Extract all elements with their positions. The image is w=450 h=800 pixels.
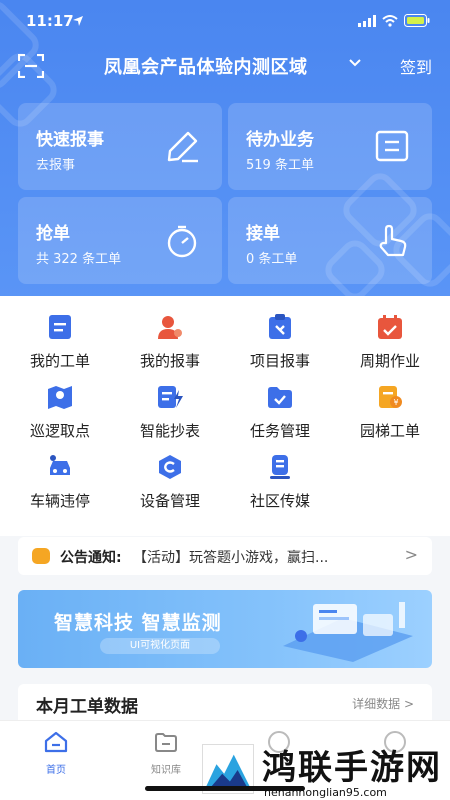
- grid-item-label: 周期作业: [359, 352, 420, 370]
- notice-bar[interactable]: 公告通知: 【活动】玩答题小游戏，赢扫... >: [18, 537, 432, 575]
- device-icon: [159, 455, 181, 479]
- tab-home[interactable]: 首页: [16, 731, 96, 776]
- area-title[interactable]: 凤凰会产品体验内测区域: [104, 53, 308, 79]
- card-accept-order[interactable]: 接单 0 条工单: [228, 197, 432, 284]
- grid-item-label: 设备管理: [139, 492, 200, 510]
- wifi-icon: [382, 14, 398, 27]
- user-icon: [158, 316, 182, 339]
- card-subtitle: 0 条工单: [246, 252, 298, 267]
- header: 11:17 凤凰会产品体验内测区域 签到 快速报事 去报事 待办业务 519 条…: [0, 0, 450, 300]
- watermark: 鸿联手游网 henanhonglian95.com: [200, 740, 450, 800]
- megaphone-icon: [32, 548, 50, 564]
- detail-data-link[interactable]: 详细数据 >: [352, 695, 414, 712]
- status-bar: 11:17: [0, 0, 450, 40]
- coin-doc-icon: ¥: [379, 386, 402, 408]
- card-subtitle: 共 322 条工单: [36, 252, 122, 267]
- grid-item-label: 智能抄表: [139, 422, 200, 440]
- document-icon: [49, 315, 71, 339]
- grid-item-label: 园梯工单: [359, 422, 420, 440]
- svg-text:¥: ¥: [394, 398, 399, 407]
- car-icon: [50, 455, 70, 475]
- grid-item-label: 巡逻取点: [29, 422, 90, 440]
- grid-item-periodic-work[interactable]: 周期作业: [334, 310, 446, 370]
- promo-banner[interactable]: 智慧科技 智慧监测 UI可视化页面: [18, 590, 432, 668]
- grid-item-my-orders[interactable]: 我的工单: [4, 310, 116, 370]
- chevron-right-icon: >: [404, 545, 418, 564]
- card-title: 接单: [246, 224, 280, 244]
- signal-icon: [358, 14, 376, 27]
- card-quick-report[interactable]: 快速报事 去报事: [18, 103, 222, 190]
- grid-item-device-management[interactable]: 设备管理: [114, 450, 226, 510]
- grid-item-project-reports[interactable]: 项目报事: [224, 310, 336, 370]
- grid-item-patrol[interactable]: 巡逻取点: [4, 380, 116, 440]
- card-pending[interactable]: 待办业务 519 条工单: [228, 103, 432, 190]
- signin-button[interactable]: 签到: [400, 54, 432, 78]
- grid-item-label: 项目报事: [249, 352, 310, 370]
- tab-label: 首页: [46, 765, 66, 776]
- notice-heading: 公告通知:: [60, 550, 122, 566]
- card-title: 快速报事: [36, 130, 104, 150]
- clipboard-icon: [269, 314, 291, 339]
- tab-label: 知识库: [151, 765, 181, 776]
- grid-item-label: 车辆违停: [29, 492, 90, 510]
- card-subtitle: 去报事: [36, 158, 76, 173]
- folder-check-icon: [268, 387, 292, 408]
- map-pin-icon: [48, 386, 72, 409]
- grid-item-meter-reading[interactable]: 智能抄表: [114, 380, 226, 440]
- banner-title: 智慧科技 智慧监测: [54, 612, 222, 634]
- pencil-icon: [167, 131, 198, 163]
- top-bar: 凤凰会产品体验内测区域 签到: [0, 48, 450, 84]
- banner-subtitle: UI可视化页面: [100, 638, 220, 654]
- hand-pointer-icon: [379, 224, 407, 257]
- status-time: 11:17: [26, 12, 74, 30]
- grid-item-garden-orders[interactable]: ¥ 园梯工单: [334, 380, 446, 440]
- document-icon: [375, 130, 409, 162]
- tab-knowledge[interactable]: 知识库: [126, 731, 206, 776]
- card-title: 抢单: [36, 224, 70, 244]
- grid-item-label: 我的报事: [139, 352, 200, 370]
- grid-item-label: 社区传媒: [249, 492, 310, 510]
- scan-icon[interactable]: [18, 54, 44, 78]
- home-indicator: [145, 786, 305, 791]
- dashboard-illustration-icon: [283, 602, 413, 662]
- grid-item-task-management[interactable]: 任务管理: [224, 380, 336, 440]
- chevron-down-icon[interactable]: [348, 58, 362, 68]
- meter-icon: [158, 386, 183, 408]
- battery-icon: [404, 14, 430, 27]
- grid-item-label: 我的工单: [29, 352, 90, 370]
- card-title: 待办业务: [246, 130, 314, 150]
- stopwatch-icon: [167, 225, 197, 258]
- grid-item-community-media[interactable]: 社区传媒: [224, 450, 336, 510]
- home-icon: [44, 731, 68, 753]
- watermark-text: 鸿联手游网: [262, 748, 442, 788]
- card-subtitle: 519 条工单: [246, 158, 314, 173]
- grid-item-label: 任务管理: [249, 422, 310, 440]
- grid-item-parking-violation[interactable]: 车辆违停: [4, 450, 116, 510]
- grid-item-my-reports[interactable]: 我的报事: [114, 310, 226, 370]
- location-arrow-icon: [73, 16, 83, 26]
- calendar-icon: [378, 315, 402, 339]
- media-icon: [270, 455, 290, 479]
- panel-title: 本月工单数据: [36, 697, 138, 717]
- monthly-data-panel: 本月工单数据 详细数据 >: [18, 684, 432, 724]
- notice-text: 【活动】玩答题小游戏，赢扫...: [133, 550, 329, 566]
- folder-icon: [155, 733, 177, 752]
- card-grab-order[interactable]: 抢单 共 322 条工单: [18, 197, 222, 284]
